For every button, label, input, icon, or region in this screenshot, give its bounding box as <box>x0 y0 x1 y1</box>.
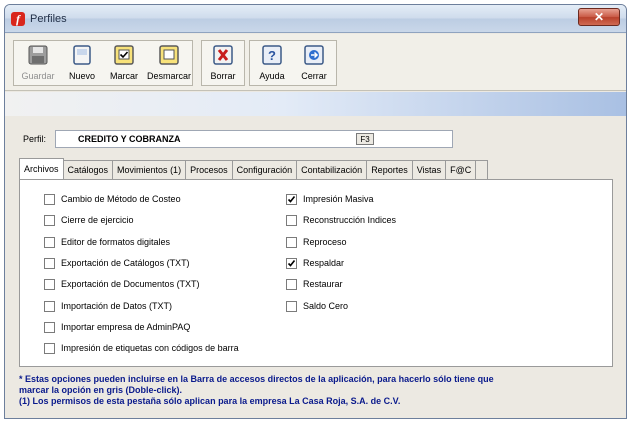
tab-configuracion[interactable]: Configuración <box>232 160 298 179</box>
checkbox-unchecked[interactable] <box>44 300 55 312</box>
option-label: Impresión Masiva <box>303 194 374 204</box>
tab-fac[interactable]: F@C <box>446 160 477 179</box>
delete-button-label: Borrar <box>210 71 236 81</box>
tab-movimientos[interactable]: Movimientos (1) <box>113 160 187 179</box>
save-button-label: Guardar <box>21 71 55 81</box>
delete-button[interactable]: Borrar <box>203 41 243 85</box>
checkbox-unchecked[interactable] <box>286 215 297 227</box>
tab-vistas[interactable]: Vistas <box>412 160 447 179</box>
checkbox-unchecked[interactable] <box>44 215 55 227</box>
mark-button[interactable]: Marcar <box>104 41 144 85</box>
save-icon <box>26 44 50 66</box>
checkbox-unchecked[interactable] <box>286 279 297 291</box>
svg-text:?: ? <box>268 48 276 63</box>
checkbox-unchecked[interactable] <box>44 321 55 333</box>
option-label: Exportación de Documentos (TXT) <box>61 279 200 290</box>
option-label: Importación de Datos (TXT) <box>61 300 173 311</box>
checkbox-unchecked[interactable] <box>44 279 55 291</box>
toolbar: Guardar Nuevo Marcar Desmarcar Borrar ? … <box>5 34 626 91</box>
checkbox-unchecked[interactable] <box>44 257 55 269</box>
footnote-line-1: * Estas opciones pueden incluirse en la … <box>19 374 494 384</box>
help-button-label: Ayuda <box>259 71 285 81</box>
tab-catalogos[interactable]: Catálogos <box>63 160 114 179</box>
close-window-button[interactable]: ✕ <box>578 8 620 26</box>
option-label: Cambio de Método de Costeo <box>61 194 181 204</box>
tab-bar: Archivos Catálogos Movimientos (1) Proce… <box>19 158 489 179</box>
checkbox-unchecked[interactable] <box>286 300 297 312</box>
tab-contabilizacion[interactable]: Contabilización <box>297 160 368 179</box>
toolbar-group-delete: Borrar <box>201 40 245 86</box>
toolbar-group-file: Guardar Nuevo Marcar Desmarcar <box>13 40 193 86</box>
new-button-label: Nuevo <box>68 71 95 81</box>
unmark-button[interactable]: Desmarcar <box>146 41 192 85</box>
footnote-line-2: marcar la opción en gris (Doble-click). <box>19 385 183 395</box>
exit-icon <box>302 44 326 66</box>
title-bar[interactable]: f Perfiles ✕ <box>5 5 626 33</box>
mark-button-label: Marcar <box>109 71 138 81</box>
option-label: Impresión de etiquetas con códigos de ba… <box>61 343 239 354</box>
exit-button[interactable]: Cerrar <box>294 41 334 85</box>
permissions-panel: Cambio de Método de Costeo Cierre de ejer… <box>19 179 613 367</box>
checkbox-unchecked[interactable] <box>44 343 55 355</box>
window-title: Perfiles <box>30 13 67 25</box>
lookup-f3-button[interactable]: F3 <box>356 133 374 145</box>
checkbox-checked[interactable] <box>286 257 297 269</box>
option-label: Exportación de Catálogos (TXT) <box>61 257 190 268</box>
toolbar-group-help: ? Ayuda Cerrar <box>249 40 337 86</box>
exit-button-label: Cerrar <box>301 71 327 81</box>
checkbox-unchecked[interactable] <box>44 194 55 205</box>
tab-archivos[interactable]: Archivos <box>19 158 64 179</box>
header-band <box>5 92 626 116</box>
footnote-line-3: (1) Los permisos de esta pestaña sólo ap… <box>19 396 401 406</box>
new-button[interactable]: Nuevo <box>62 41 102 85</box>
check-icon <box>112 44 136 66</box>
uncheck-icon <box>157 44 181 66</box>
option-label: Importar empresa de AdminPAQ <box>61 321 191 332</box>
checkbox-unchecked[interactable] <box>286 236 297 248</box>
app-icon: f <box>11 12 25 26</box>
option-label: Reproceso <box>303 236 347 247</box>
perfil-row: Perfil: CREDITO Y COBRANZA F3 <box>5 129 626 149</box>
help-icon: ? <box>260 44 284 66</box>
option-label: Saldo Cero <box>303 300 349 311</box>
perfil-label: Perfil: <box>23 134 47 144</box>
option-label: Cierre de ejercicio <box>61 215 134 226</box>
checkbox-unchecked[interactable] <box>44 236 55 248</box>
option-label: Restaurar <box>303 279 343 290</box>
delete-icon <box>211 44 235 66</box>
option-label: Reconstrucción Indices <box>303 215 397 226</box>
tab-bar-end <box>476 160 489 179</box>
option-label: Respaldar <box>303 257 345 268</box>
perfil-value: CREDITO Y COBRANZA <box>78 134 181 144</box>
unmark-button-label: Desmarcar <box>146 71 191 81</box>
checkbox-checked[interactable] <box>286 194 297 205</box>
option-label: Editor de formatos digitales <box>61 236 171 247</box>
new-icon <box>70 44 94 66</box>
tab-procesos[interactable]: Procesos <box>186 160 233 179</box>
help-button[interactable]: ? Ayuda <box>252 41 292 85</box>
tab-reportes[interactable]: Reportes <box>367 160 413 179</box>
save-button[interactable]: Guardar <box>16 41 60 85</box>
footnote: * Estas opciones pueden incluirse en la … <box>19 374 619 407</box>
perfiles-window: f Perfiles ✕ Guardar Nuevo Marcar Desmar… <box>4 4 627 419</box>
perfil-field[interactable]: CREDITO Y COBRANZA F3 <box>55 130 453 148</box>
